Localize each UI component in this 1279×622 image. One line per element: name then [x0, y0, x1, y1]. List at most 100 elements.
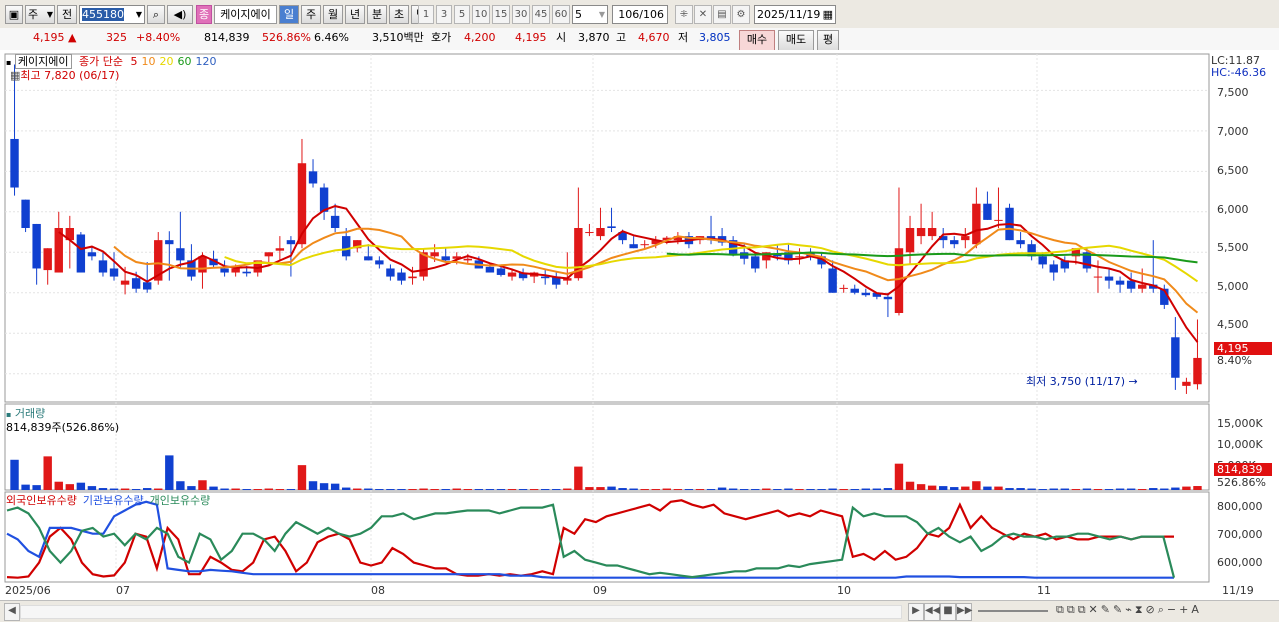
volume-bar-15 [176, 481, 185, 490]
price-y-tick-0: 7,500 [1217, 86, 1249, 99]
candle-body-53 [596, 228, 605, 237]
holdings-y-tick-1: 700,000 [1217, 528, 1263, 541]
buy-button[interactable]: 매수 [739, 30, 775, 51]
candle-body-27 [308, 171, 318, 184]
candle-body-7 [87, 252, 97, 257]
save-icon[interactable]: ▤ [713, 5, 731, 24]
volume-bar-101 [1126, 488, 1136, 490]
volume-bar-53 [596, 487, 605, 490]
bottom-controls: ◀ ▶ ◀◀ ■ ▶▶ ⧉⧉⧉✕✎✎⌁⧗⊘⌕−+A [0, 600, 1279, 622]
candle-body-11 [131, 278, 141, 289]
period-tab-1[interactable]: 주 [301, 5, 321, 24]
minute-option-2[interactable]: 5 [454, 5, 470, 24]
minute-option-1[interactable]: 3 [436, 5, 452, 24]
volume-bar-31 [353, 488, 362, 490]
period-tab-4[interactable]: 분 [367, 5, 387, 24]
candle-body-52 [585, 232, 594, 234]
candle-body-100 [1115, 280, 1125, 285]
x-axis-label-1: 07 [116, 584, 130, 597]
candle-body-87 [972, 203, 981, 245]
price-change-pct: +8.40% [136, 31, 181, 44]
volume-bar-49 [552, 489, 561, 491]
volume-bar-65 [728, 488, 738, 490]
play-icon[interactable]: ▶ [908, 603, 924, 621]
x-axis-label-3: 09 [593, 584, 607, 597]
volume-bar-9 [109, 488, 119, 490]
x-axis-label-6: 11/19 [1222, 584, 1254, 597]
candle-body-57 [640, 244, 649, 246]
settings-gear-icon[interactable]: ⚙ [732, 5, 750, 24]
period-tab-2[interactable]: 월 [323, 5, 343, 24]
current-price-value: 4,195 [33, 31, 65, 44]
calendar-icon[interactable]: ▦ [823, 6, 833, 23]
candle-body-82 [916, 228, 926, 237]
sell-button[interactable]: 매도 [778, 30, 814, 51]
date-field[interactable]: 2025/11/19 ▦ [754, 5, 836, 24]
cross-line-icon[interactable]: ✕ [694, 5, 712, 24]
chart-canvas[interactable] [0, 50, 1279, 600]
volume-y-tick-1: 10,000K [1217, 438, 1263, 451]
volume-bar-70 [784, 488, 793, 490]
ma-period-4: 120 [195, 55, 217, 68]
holdings-legend-item-0: 외국인보유수량 [6, 494, 77, 507]
grid-icon[interactable]: ⁜ [675, 5, 693, 24]
price-y-tick-3: 6,000 [1217, 203, 1249, 216]
last-price-pct: 8.40% [1217, 354, 1252, 367]
market-button[interactable]: 전 [57, 5, 77, 24]
candle-body-19 [220, 268, 229, 273]
period-tab-5[interactable]: 초 [389, 5, 409, 24]
candle-body-8 [98, 260, 108, 273]
chevron-down-icon[interactable]: ▼ [136, 6, 142, 23]
scroll-left-icon[interactable]: ◀ [4, 603, 20, 621]
volume-bar-12 [142, 488, 152, 490]
eval-button[interactable]: 평 [817, 30, 839, 51]
x-axis-label-5: 11 [1037, 584, 1051, 597]
chart-area[interactable]: ▪ 케이지에이 종가 단순 5 10 20 60 120 ▦최고 7,820 (06/1… [0, 50, 1279, 600]
volume-bar-47 [529, 489, 539, 491]
holdings-legend-item-1: 기관보유수량 [82, 494, 144, 507]
x-axis-label-2: 08 [371, 584, 385, 597]
period-main-select[interactable]: 주 ▼ [25, 5, 55, 24]
volume-bar-99 [1104, 489, 1114, 491]
candle-body-81 [905, 228, 915, 253]
volume-bar-29 [330, 483, 340, 490]
volume-bar-82 [916, 484, 926, 490]
speaker-icon[interactable]: ◀) [167, 5, 193, 24]
stock-code-input[interactable]: 455180 ▼ [79, 5, 145, 24]
window-menu-icon[interactable]: ▣ [5, 5, 23, 24]
period-tab-0[interactable]: 일 [279, 5, 299, 24]
candle-body-14 [165, 240, 174, 245]
x-axis-label-0: 2025/06 [5, 584, 51, 597]
candle-body-98 [1093, 276, 1103, 278]
minute-option-3[interactable]: 10 [472, 5, 490, 24]
zoom-slider[interactable] [978, 610, 1048, 612]
candle-body-0 [10, 138, 19, 188]
candle-body-102 [1137, 284, 1147, 289]
fast-forward-icon[interactable]: ▶▶ [956, 603, 972, 621]
arrow-right-icon: → [1128, 375, 1138, 388]
period-tab-3[interactable]: 년 [345, 5, 365, 24]
volume-bar-94 [1049, 488, 1058, 490]
minute-option-6[interactable]: 45 [532, 5, 550, 24]
search-icon[interactable]: ⌕ [147, 5, 165, 24]
rewind-icon[interactable]: ◀◀ [924, 603, 940, 621]
count-select[interactable]: 5 ▼ [572, 5, 608, 24]
turnover-rate: 6.46% [314, 31, 349, 44]
candle-body-66 [739, 252, 749, 259]
minute-option-0[interactable]: 1 [418, 5, 434, 24]
minute-option-5[interactable]: 30 [512, 5, 530, 24]
volume-bar-73 [817, 489, 826, 491]
candle-body-1 [21, 199, 30, 228]
volume-bar-60 [673, 489, 683, 491]
stop-icon[interactable]: ■ [940, 603, 956, 621]
drawing-tools-icons[interactable]: ⧉⧉⧉✕✎✎⌁⧗⊘⌕−+A [1056, 603, 1202, 617]
volume-bar-45 [507, 489, 517, 491]
volume-bar-8 [98, 488, 108, 490]
minute-option-7[interactable]: 60 [552, 5, 570, 24]
volume-bar-93 [1038, 489, 1047, 491]
candle-body-105 [1171, 337, 1180, 378]
volume-bar-97 [1082, 488, 1092, 490]
candle-body-32 [364, 256, 373, 261]
minute-option-4[interactable]: 15 [492, 5, 510, 24]
horizontal-scrollbar[interactable] [20, 605, 902, 619]
